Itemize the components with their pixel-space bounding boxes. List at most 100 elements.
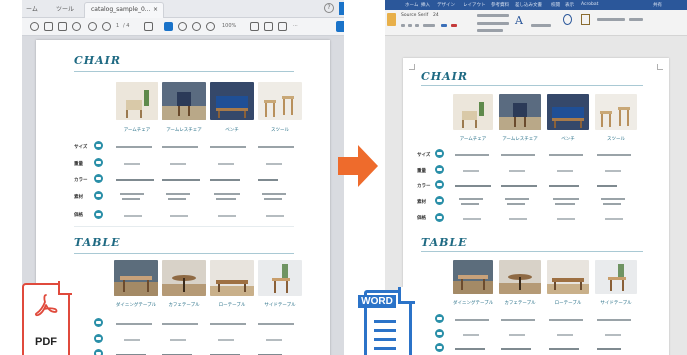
font-color-icon[interactable] [441,24,447,27]
underline-icon[interactable] [415,24,419,27]
caption-low-table: ローテーブル [554,301,582,306]
table-cell [124,163,140,165]
crop-icon[interactable] [264,22,273,31]
tool-panel-toggle[interactable] [336,21,344,32]
dictate-icon[interactable] [581,14,590,25]
list-buttons[interactable] [477,14,509,17]
table-cell [603,203,621,205]
table-cell [555,203,575,205]
word-window: ホーム 挿入 デザイン レイアウト 参考資料 差し込み文書 校閲 表示 Acro… [385,0,687,355]
word-document-icon: WORD [358,287,415,355]
copy-icon[interactable] [144,22,153,31]
sign-button[interactable] [629,18,643,21]
menu-tools[interactable]: ツール [56,4,74,13]
table-cell [597,185,617,187]
caption-stool: スツール [271,128,289,133]
paste-icon[interactable] [387,13,396,26]
section-rule [74,71,294,72]
row-label-price: 価格 [74,213,83,218]
help-icon[interactable]: ? [324,3,334,13]
table-cell [455,319,489,321]
styles-icon[interactable]: A [515,14,527,28]
alignment-buttons[interactable] [477,22,509,25]
caption-dining-table: ダイニングテーブル [453,301,494,306]
table-cell [170,339,186,341]
ribbon-tab-mailings[interactable]: 差し込み文書 [515,2,542,8]
table-cell [210,179,240,181]
row-label-material: 素材 [417,200,426,205]
ribbon-tab-insert[interactable]: 挿入 [421,2,430,8]
caption-cafe-table: カフェテーブル [168,303,200,308]
font-name-select[interactable]: Source Serif [401,13,428,18]
ribbon-tab-view[interactable]: 表示 [565,2,574,8]
zoom-level[interactable]: 100% [222,23,236,29]
row-icon-price [94,210,103,219]
styles-gallery[interactable] [531,24,551,27]
photo-bench [547,94,589,130]
bold-icon[interactable] [401,24,405,27]
table-cell [120,193,144,195]
comment-icon[interactable] [278,22,287,31]
fit-page-icon[interactable] [250,22,259,31]
close-tab-icon[interactable]: × [153,6,158,13]
conversion-illustration: ーム ツール catalog_sample_0... × ? 1 / 4 100… [0,0,687,355]
pdf-file-icon: PDF [22,281,72,355]
share-button[interactable]: 共有 [653,2,662,8]
photo-armchair [116,82,158,120]
table-cell [463,218,481,220]
page-down-icon[interactable] [102,22,111,31]
ribbon-tab-design[interactable]: デザイン [437,2,455,8]
print-icon[interactable] [44,22,53,31]
caption-side-table: サイドテーブル [264,303,296,308]
document-tab[interactable]: catalog_sample_0... × [84,2,164,18]
zoom-out-icon[interactable] [192,22,201,31]
indent-buttons[interactable] [477,29,503,32]
highlight-icon[interactable] [451,24,457,27]
select-cursor-icon[interactable] [164,22,173,31]
strikethrough-icon[interactable] [423,24,435,27]
ribbon-tab-review[interactable]: 校閲 [551,2,560,8]
acrobat-logo-icon [35,294,58,317]
photo-cafe-table [162,260,206,296]
table-cell [266,215,284,217]
table-cell [463,334,479,336]
row-icon-material [435,196,444,205]
table-cell [266,339,282,341]
caption-armless-chair: アームレスチェア [166,128,202,133]
search-icon[interactable] [72,22,81,31]
table-cell [553,198,579,200]
table-cell [501,348,531,350]
ribbon-tab-references[interactable]: 参考資料 [491,2,509,8]
italic-icon[interactable] [408,24,412,27]
photo-dining-table [114,260,158,296]
text-line [374,347,396,350]
ribbon-tab-acrobat[interactable]: Acrobat [581,2,598,7]
table-cell [557,170,573,172]
ribbon-tab-layout[interactable]: レイアウト [463,2,486,8]
photo-armless-chair [499,94,541,130]
menu-home[interactable]: ーム [26,4,38,13]
table-cell [461,203,479,205]
pdf-tab-bar: ーム ツール catalog_sample_0... × ? [22,0,344,18]
page-up-icon[interactable] [88,22,97,31]
table-cell [210,146,246,148]
search-icon[interactable] [563,14,572,25]
table-cell [549,154,583,156]
create-icon[interactable] [30,22,39,31]
zoom-in-icon[interactable] [206,22,215,31]
section-title-chair: CHAIR [421,70,468,83]
ribbon-tab-home[interactable]: ホーム [405,2,418,8]
more-icon[interactable]: ··· [293,23,298,29]
table-cell [501,319,535,321]
font-size-select[interactable]: 24 [433,13,439,18]
adobe-pdf-button[interactable] [597,18,625,21]
table-cell [116,323,152,325]
hand-icon[interactable] [178,22,187,31]
email-icon[interactable] [58,22,67,31]
share-button[interactable] [339,2,344,15]
row-icon-size [435,149,444,158]
page-total: / 4 [123,23,130,29]
page-number[interactable]: 1 [116,23,119,29]
pdf-viewer-window: ーム ツール catalog_sample_0... × ? 1 / 4 100… [22,0,344,355]
table-cell [597,319,631,321]
